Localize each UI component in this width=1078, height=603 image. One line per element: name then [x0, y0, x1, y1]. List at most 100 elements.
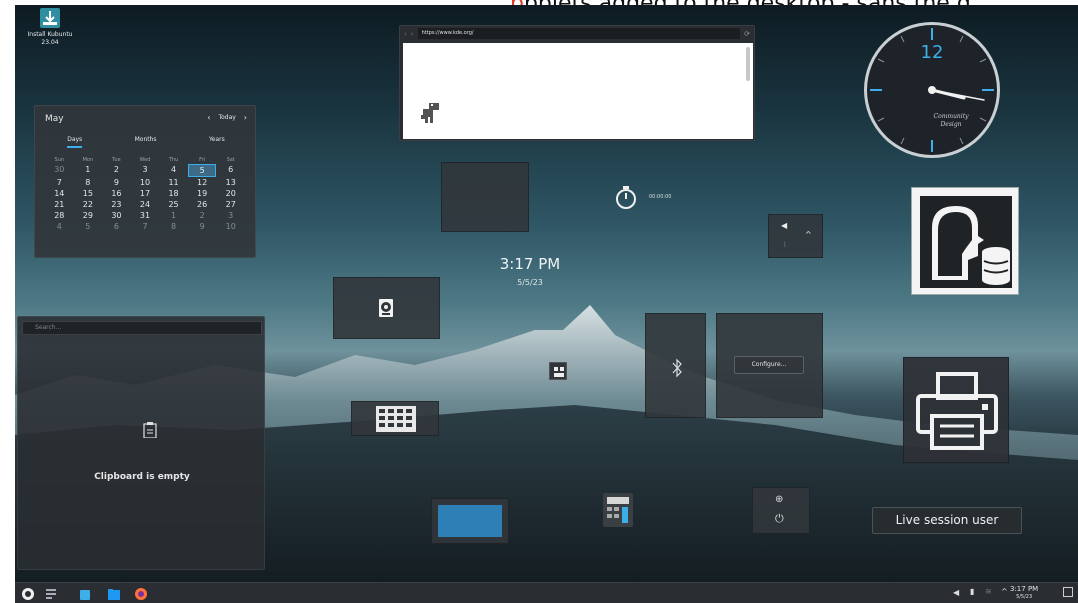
audio-widget[interactable]: ◀ ⌇ ^: [768, 214, 823, 258]
calendar-day[interactable]: 22: [74, 199, 103, 210]
live-session-user[interactable]: Live session user: [872, 507, 1022, 534]
calendar-day[interactable]: 30: [102, 210, 131, 221]
calendar-day[interactable]: 19: [188, 188, 217, 199]
tray-network-icon[interactable]: ≋: [985, 587, 992, 596]
calendar-day[interactable]: 5: [74, 221, 103, 232]
calendar-day[interactable]: 12: [188, 177, 217, 188]
chevron-right-icon[interactable]: ›: [244, 113, 247, 122]
back-icon[interactable]: ‹: [404, 30, 407, 38]
firefox-icon[interactable]: [134, 587, 148, 600]
web-browser-widget: ‹ › https://www.kde.org/ ⟳: [399, 25, 755, 141]
clipboard-empty-text: Clipboard is empty: [94, 472, 190, 482]
calendar-day[interactable]: 6: [102, 221, 131, 232]
calendar-day[interactable]: 9: [188, 221, 217, 232]
printer-widget[interactable]: [903, 357, 1009, 463]
calendar-day[interactable]: 6: [216, 164, 245, 177]
calculator-widget[interactable]: [600, 491, 636, 529]
calendar-day[interactable]: 20: [216, 188, 245, 199]
dolphin-icon[interactable]: [107, 587, 121, 600]
calculator-icon: [603, 493, 633, 527]
digital-clock-time: 3:17 PM: [499, 255, 561, 273]
tab-years[interactable]: Years: [209, 136, 225, 148]
tray-chevron-icon[interactable]: ^: [1001, 587, 1008, 596]
calendar-day[interactable]: 7: [45, 177, 74, 188]
tab-days[interactable]: Days: [67, 136, 83, 148]
app-launcher-icon[interactable]: [21, 587, 35, 600]
power-icon[interactable]: ⏻: [775, 512, 784, 526]
calendar-day[interactable]: 4: [159, 164, 188, 177]
calendar-day[interactable]: 11: [159, 177, 188, 188]
calendar-day[interactable]: 1: [159, 210, 188, 221]
scrollbar[interactable]: [746, 47, 750, 81]
calendar-day[interactable]: 15: [74, 188, 103, 199]
calendar-day[interactable]: 4: [45, 221, 74, 232]
keyboard-layout-widget[interactable]: [351, 401, 439, 436]
calendar-month: May: [45, 114, 64, 124]
today-button[interactable]: Today: [218, 114, 235, 121]
forward-icon[interactable]: ›: [411, 30, 414, 38]
tray-clock[interactable]: 3:17 PM 5/5/23: [1010, 585, 1038, 601]
calendar-day[interactable]: 25: [159, 199, 188, 210]
clipboard-search-input[interactable]: Search...: [22, 321, 262, 335]
taskbar: ◀ ▮ ≋ ^ 3:17 PM 5/5/23: [15, 582, 1078, 603]
discover-icon[interactable]: [78, 587, 92, 600]
calendar-day[interactable]: 7: [131, 221, 160, 232]
calendar-day[interactable]: 28: [45, 210, 74, 221]
configure-button[interactable]: Configure...: [734, 356, 804, 374]
bluetooth-widget[interactable]: [645, 313, 706, 418]
speaker-icon: ◀: [781, 221, 788, 230]
clock-brand-1: Community: [933, 113, 969, 120]
show-desktop-icon[interactable]: [1063, 587, 1073, 597]
calendar-day[interactable]: 29: [74, 210, 103, 221]
url-field[interactable]: https://www.kde.org/: [417, 28, 741, 39]
tray-battery-icon[interactable]: ▮: [970, 587, 974, 596]
calendar-day[interactable]: 1: [74, 164, 103, 177]
reload-icon[interactable]: ⟳: [744, 30, 750, 38]
calendar-day[interactable]: 21: [45, 199, 74, 210]
calendar-day[interactable]: 5: [187, 164, 217, 177]
calendar-day[interactable]: 8: [159, 221, 188, 232]
session-widget[interactable]: ⊕ ⏻: [752, 487, 810, 534]
desktop-icon-label: Install Kubuntu: [27, 31, 73, 38]
calendar-day[interactable]: 23: [102, 199, 131, 210]
calendar-day[interactable]: 9: [102, 177, 131, 188]
chevron-up-icon[interactable]: ^: [805, 230, 812, 239]
chevron-left-icon[interactable]: ‹: [207, 113, 210, 122]
clipboard-icon: [143, 422, 157, 438]
calendar-day[interactable]: 14: [45, 188, 74, 199]
calendar-day[interactable]: 2: [102, 164, 131, 177]
calendar-day[interactable]: 27: [216, 199, 245, 210]
calendar-day[interactable]: 26: [188, 199, 217, 210]
stopwatch-widget[interactable]: 00:00:00: [613, 183, 693, 211]
calendar-day[interactable]: 8: [74, 177, 103, 188]
task-manager-icon[interactable]: [44, 587, 58, 600]
clock-hour-label: 12: [921, 42, 944, 63]
clipboard-widget: Search... Clipboard is empty: [17, 316, 265, 570]
calendar-day[interactable]: 31: [131, 210, 160, 221]
calendar-day[interactable]: 3: [216, 210, 245, 221]
calendar-day[interactable]: 3: [131, 164, 160, 177]
calendar-day[interactable]: 24: [131, 199, 160, 210]
weekday-header: Fri: [199, 157, 206, 163]
keyboard-icon: [376, 406, 416, 432]
calendar-day[interactable]: 2: [188, 210, 217, 221]
browser-page[interactable]: [403, 43, 753, 139]
calendar-day[interactable]: 30: [45, 164, 74, 177]
calendar-day[interactable]: 16: [102, 188, 131, 199]
tab-months[interactable]: Months: [135, 136, 157, 148]
calendar-day[interactable]: 13: [216, 177, 245, 188]
lock-icon[interactable]: ⊕: [775, 494, 783, 505]
disk-widget[interactable]: [333, 277, 440, 339]
calendar-day[interactable]: 10: [216, 221, 245, 232]
dino-icon: [421, 103, 439, 123]
color-picker-widget[interactable]: [431, 498, 509, 544]
tray-volume-icon[interactable]: ◀: [953, 588, 959, 597]
calendar-day[interactable]: 17: [131, 188, 160, 199]
printer-icon: [916, 372, 998, 450]
stopwatch-icon: [616, 186, 636, 209]
desktop-icon-install[interactable]: Install Kubuntu 23.04: [20, 8, 80, 47]
kdeconnect-widget[interactable]: [549, 362, 567, 380]
kde-user-widget[interactable]: [911, 187, 1019, 295]
calendar-day[interactable]: 18: [159, 188, 188, 199]
calendar-day[interactable]: 10: [131, 177, 160, 188]
